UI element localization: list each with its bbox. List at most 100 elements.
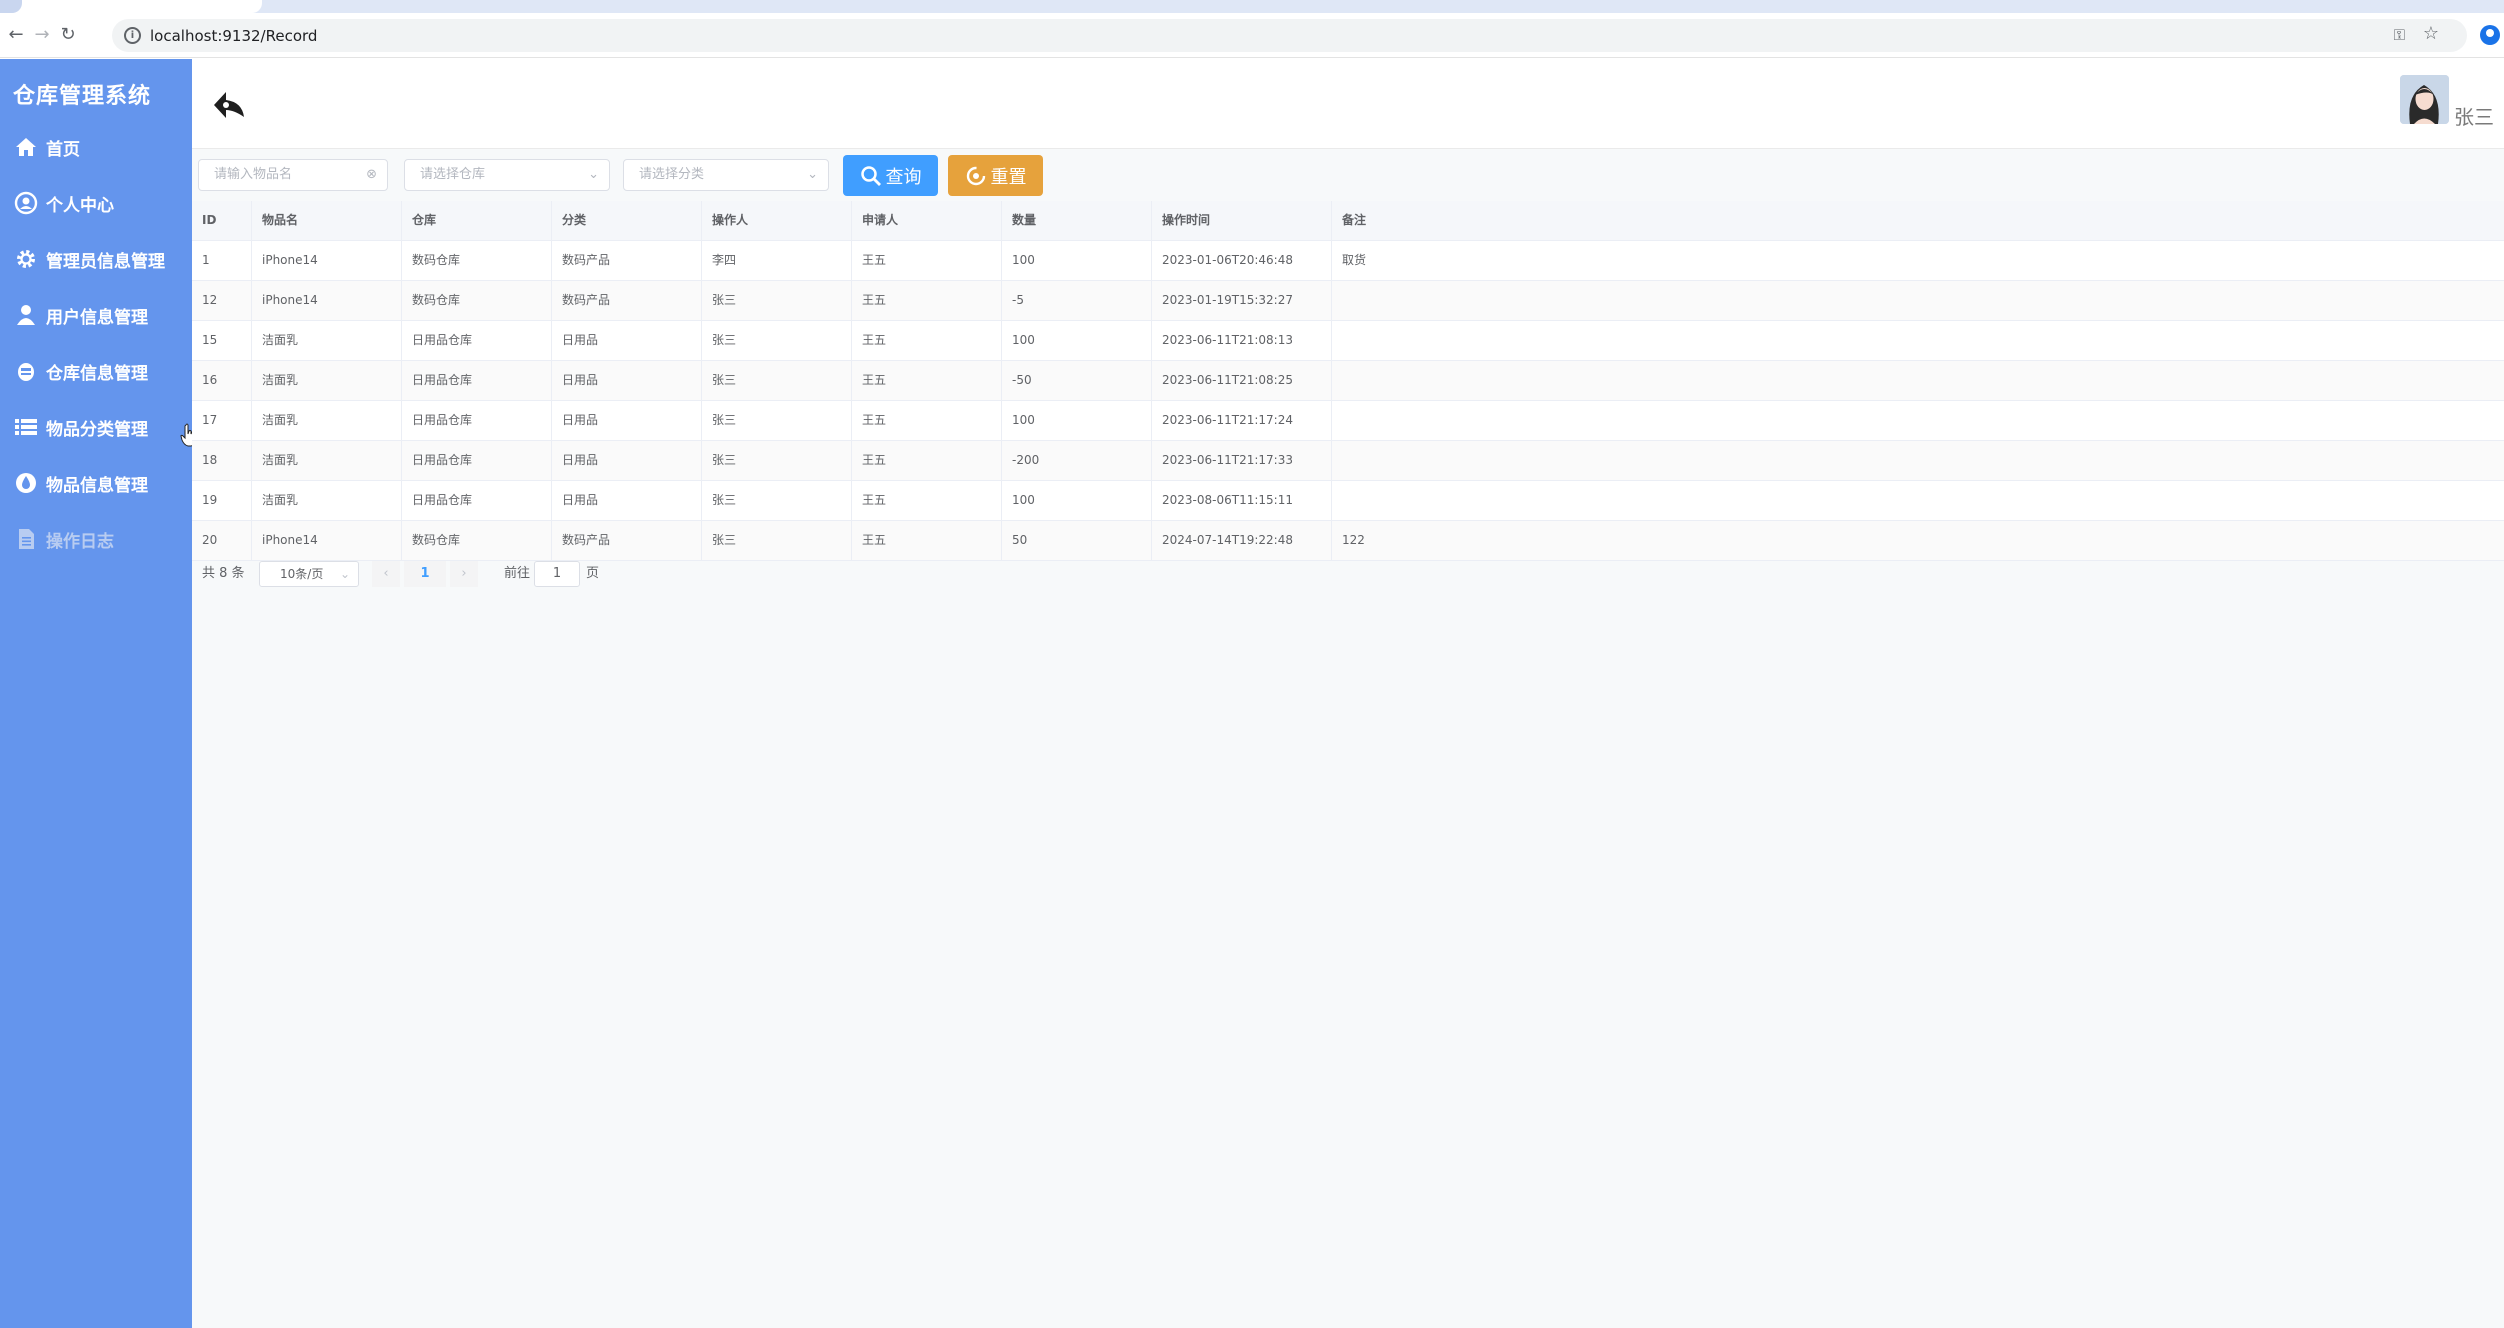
home-icon bbox=[14, 135, 38, 159]
column-header[interactable]: 申请人 bbox=[852, 201, 1002, 240]
bookmark-star-icon[interactable]: ☆ bbox=[2423, 23, 2439, 44]
category-select[interactable]: 请选择分类 ⌄ bbox=[623, 159, 829, 191]
table-cell: 数码仓库 bbox=[402, 521, 552, 560]
column-header[interactable]: 仓库 bbox=[402, 201, 552, 240]
column-header[interactable]: 数量 bbox=[1002, 201, 1152, 240]
browser-tab-active[interactable] bbox=[0, 0, 262, 13]
sidebar-item-warehouse[interactable]: 仓库信息管理 bbox=[0, 347, 192, 395]
table-cell: -5 bbox=[1002, 281, 1152, 320]
avatar[interactable] bbox=[2400, 75, 2449, 124]
sidebar-item-label: 物品信息管理 bbox=[46, 475, 148, 496]
table-cell bbox=[1332, 281, 2504, 320]
table-cell: 数码仓库 bbox=[402, 281, 552, 320]
table-header: ID 物品名 仓库 分类 操作人 申请人 数量 操作时间 备注 bbox=[192, 201, 2504, 241]
sidebar-item-label: 物品分类管理 bbox=[46, 419, 148, 440]
table-row[interactable]: 19 洁面乳 日用品仓库 日用品 张三 王五 100 2023-08-06T11:15:11 bbox=[192, 481, 2504, 521]
page-size-value: 10条/页 bbox=[280, 567, 324, 581]
table-cell: 日用品 bbox=[552, 481, 702, 520]
browser-toolbar: ← → ↻ i localhost:9132/Record ⚿ ☆ bbox=[0, 13, 2504, 58]
sidebar-item-items[interactable]: 物品信息管理 bbox=[0, 459, 192, 507]
warehouse-select[interactable]: 请选择仓库 ⌄ bbox=[404, 159, 610, 191]
sidebar-item-label: 首页 bbox=[46, 139, 80, 160]
prev-page-button[interactable]: ‹ bbox=[372, 561, 400, 587]
reload-icon[interactable]: ↻ bbox=[56, 23, 80, 47]
search-icon bbox=[860, 165, 881, 186]
sidebar-item-label: 仓库信息管理 bbox=[46, 363, 148, 384]
reset-button[interactable]: 重置 bbox=[948, 155, 1043, 196]
table-cell bbox=[1332, 401, 2504, 440]
table-cell: 张三 bbox=[702, 481, 852, 520]
next-page-button[interactable]: › bbox=[450, 561, 478, 587]
column-header[interactable]: 操作时间 bbox=[1152, 201, 1332, 240]
profile-icon[interactable] bbox=[2480, 25, 2500, 45]
table-row[interactable]: 12 iPhone14 数码仓库 数码产品 张三 王五 -5 2023-01-19T15:32… bbox=[192, 281, 2504, 321]
table-cell: 洁面乳 bbox=[252, 361, 402, 400]
table-row[interactable]: 18 洁面乳 日用品仓库 日用品 张三 王五 -200 2023-06-11T21:17:33 bbox=[192, 441, 2504, 481]
sidebar-item-users[interactable]: 用户信息管理 bbox=[0, 291, 192, 339]
table-cell: 日用品仓库 bbox=[402, 321, 552, 360]
pagination-total: 共 8 条 bbox=[202, 566, 245, 581]
column-header[interactable]: ID bbox=[192, 201, 252, 240]
sidebar-item-category[interactable]: 物品分类管理 bbox=[0, 403, 192, 451]
column-header[interactable]: 操作人 bbox=[702, 201, 852, 240]
document-icon bbox=[14, 527, 38, 551]
table-cell: 王五 bbox=[852, 441, 1002, 480]
table-cell: 王五 bbox=[852, 401, 1002, 440]
table-cell: 日用品仓库 bbox=[402, 361, 552, 400]
page-number[interactable]: 1 bbox=[404, 561, 446, 587]
back-arrow-icon[interactable] bbox=[212, 88, 246, 122]
table-row[interactable]: 15 洁面乳 日用品仓库 日用品 张三 王五 100 2023-06-11T21:08:13 bbox=[192, 321, 2504, 361]
table-cell: 日用品 bbox=[552, 321, 702, 360]
site-info-icon[interactable]: i bbox=[124, 27, 141, 44]
username[interactable]: 张三 bbox=[2454, 101, 2494, 130]
table-row[interactable]: 16 洁面乳 日用品仓库 日用品 张三 王五 -50 2023-06-11T21:08:25 bbox=[192, 361, 2504, 401]
table-cell: 日用品 bbox=[552, 441, 702, 480]
table-cell: 张三 bbox=[702, 401, 852, 440]
table-cell: 18 bbox=[192, 441, 252, 480]
table-cell: 15 bbox=[192, 321, 252, 360]
table-row[interactable]: 20 iPhone14 数码仓库 数码产品 张三 王五 50 2024-07-14T19:22… bbox=[192, 521, 2504, 561]
table-row[interactable]: 17 洁面乳 日用品仓库 日用品 张三 王五 100 2023-06-11T21:17:24 bbox=[192, 401, 2504, 441]
sidebar-item-profile[interactable]: 个人中心 bbox=[0, 179, 192, 227]
table-cell bbox=[1332, 321, 2504, 360]
back-arrow-icon[interactable]: ← bbox=[4, 23, 28, 47]
sidebar: 仓库管理系统 首页 个人中心 管理员信息管理 用户信息管理 仓库信息管理 物品分 bbox=[0, 59, 197, 1328]
sidebar-item-logs[interactable]: 操作日志 bbox=[0, 515, 192, 563]
query-button[interactable]: 查询 bbox=[843, 155, 938, 196]
pagination: 共 8 条 10条/页 ⌄ ‹ 1 › 前往 1 页 bbox=[192, 561, 892, 587]
sidebar-item-label: 个人中心 bbox=[46, 195, 114, 216]
address-bar[interactable]: i localhost:9132/Record ⚿ ☆ bbox=[112, 19, 2467, 52]
table-cell: iPhone14 bbox=[252, 281, 402, 320]
sidebar-item-home[interactable]: 首页 bbox=[0, 123, 192, 171]
sidebar-item-label: 管理员信息管理 bbox=[46, 251, 165, 272]
person-icon bbox=[14, 303, 38, 327]
goto-page-input[interactable]: 1 bbox=[534, 561, 580, 587]
table-cell: 20 bbox=[192, 521, 252, 560]
reset-icon bbox=[966, 166, 985, 185]
column-header[interactable]: 备注 bbox=[1332, 201, 2504, 240]
drop-icon bbox=[14, 471, 38, 495]
table-cell: 张三 bbox=[702, 281, 852, 320]
table-row[interactable]: 1 iPhone14 数码仓库 数码产品 李四 王五 100 2023-01-06T20:46… bbox=[192, 241, 2504, 281]
table-cell: 100 bbox=[1002, 241, 1152, 280]
table-body: 1 iPhone14 数码仓库 数码产品 李四 王五 100 2023-01-06T20:46… bbox=[192, 241, 2504, 561]
sidebar-item-admin[interactable]: 管理员信息管理 bbox=[0, 235, 192, 283]
query-button-label: 查询 bbox=[885, 166, 922, 188]
table-cell: 日用品仓库 bbox=[402, 401, 552, 440]
table-cell: 取货 bbox=[1342, 253, 1367, 267]
goto-label: 前往 bbox=[504, 566, 531, 581]
table-cell bbox=[1332, 361, 2504, 400]
table-cell: 洁面乳 bbox=[252, 321, 402, 360]
table-cell: 张三 bbox=[702, 361, 852, 400]
table-cell: 100 bbox=[1002, 321, 1152, 360]
table-cell bbox=[1332, 481, 2504, 520]
column-header[interactable]: 物品名 bbox=[252, 201, 402, 240]
table-cell: 16 bbox=[192, 361, 252, 400]
item-name-input[interactable]: 请输入物品名 ⊗ bbox=[198, 159, 388, 191]
warehouse-icon bbox=[14, 359, 38, 383]
column-header[interactable]: 分类 bbox=[552, 201, 702, 240]
password-key-icon[interactable]: ⚿ bbox=[2394, 26, 2405, 44]
page-size-select[interactable]: 10条/页 ⌄ bbox=[259, 561, 359, 587]
forward-arrow-icon[interactable]: → bbox=[30, 23, 54, 47]
table-cell: 王五 bbox=[852, 321, 1002, 360]
